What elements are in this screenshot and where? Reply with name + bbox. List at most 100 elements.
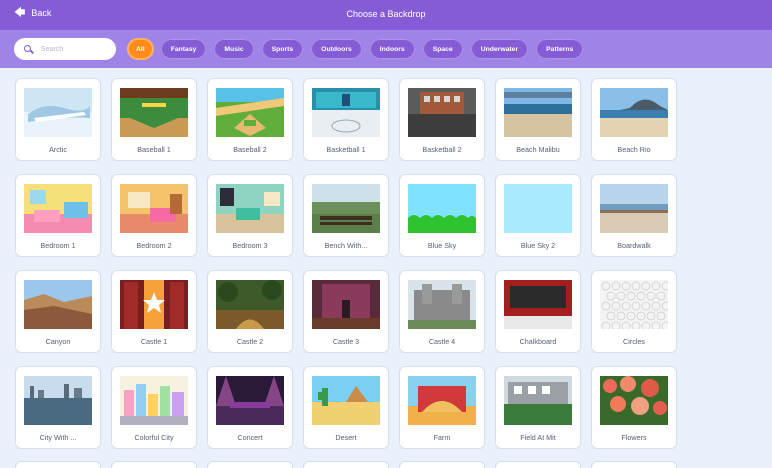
backdrop-label: Boardwalk (617, 241, 651, 250)
backdrop-thumbnail (408, 376, 476, 425)
filter-all[interactable]: All (127, 38, 154, 60)
backdrop-tile[interactable]: Castle 1 (111, 270, 197, 353)
backdrop-label: Castle 1 (140, 337, 168, 346)
backdrop-label: Farm (433, 433, 451, 442)
backdrop-label: Canyon (45, 337, 71, 346)
header-bar: 🡄 Back Choose a Backdrop (0, 0, 772, 30)
backdrop-thumbnail (24, 376, 92, 425)
backdrop-tile[interactable]: Baseball 1 (111, 78, 197, 161)
filter-fantasy[interactable]: Fantasy (159, 38, 208, 60)
page-title: Choose a Backdrop (346, 9, 426, 19)
backdrop-thumbnail (120, 376, 188, 425)
filter-sports[interactable]: Sports (260, 38, 305, 60)
backdrop-label: Bedroom 1 (40, 241, 76, 250)
backdrop-tile[interactable]: Canyon (15, 270, 101, 353)
backdrop-label: City With ... (39, 433, 77, 442)
search-icon (24, 44, 34, 54)
backdrop-tile[interactable]: Arctic (15, 78, 101, 161)
backdrop-thumbnail (216, 280, 284, 329)
backdrop-tile[interactable]: Chalkboard (495, 270, 581, 353)
backdrop-tile[interactable]: Bedroom 2 (111, 174, 197, 257)
backdrop-thumbnail (120, 88, 188, 137)
backdrop-tile-partial[interactable] (207, 461, 293, 468)
backdrop-tile-partial[interactable] (15, 461, 101, 468)
search-box[interactable] (14, 38, 116, 60)
backdrop-tile-partial[interactable] (591, 461, 677, 468)
backdrop-label: Castle 3 (332, 337, 360, 346)
backdrop-tile-partial[interactable] (303, 461, 389, 468)
backdrop-label: Arctic (49, 145, 67, 154)
backdrop-tile[interactable]: Castle 3 (303, 270, 389, 353)
backdrop-tile[interactable]: Flowers (591, 366, 677, 449)
filter-underwater[interactable]: Underwater (469, 38, 530, 60)
backdrop-tile[interactable]: Boardwalk (591, 174, 677, 257)
backdrop-tile-partial[interactable] (495, 461, 581, 468)
backdrop-thumbnail (504, 184, 572, 233)
backdrop-tile-partial[interactable] (111, 461, 197, 468)
backdrop-thumbnail (216, 88, 284, 137)
backdrop-tile[interactable]: Bench With... (303, 174, 389, 257)
backdrop-tile[interactable]: Castle 2 (207, 270, 293, 353)
backdrop-label: Bench With... (324, 241, 368, 250)
backdrop-tile[interactable]: Beach Rio (591, 78, 677, 161)
filter-music[interactable]: Music (213, 38, 255, 60)
next-row-partial (15, 461, 687, 468)
backdrop-tile[interactable]: Beach Malibu (495, 78, 581, 161)
search-input[interactable] (41, 45, 105, 53)
backdrop-tile[interactable]: Field At Mit (495, 366, 581, 449)
category-filters: All Fantasy Music Sports Outdoors Indoors Spac… (127, 38, 585, 60)
backdrop-thumbnail (24, 280, 92, 329)
backdrop-tile[interactable]: Blue Sky (399, 174, 485, 257)
backdrop-thumbnail (600, 376, 668, 425)
backdrop-thumbnail (600, 184, 668, 233)
backdrop-label: Castle 4 (428, 337, 456, 346)
backdrop-thumbnail (408, 280, 476, 329)
backdrop-label: Blue Sky 2 (520, 241, 556, 250)
backdrop-thumbnail (600, 88, 668, 137)
backdrop-thumbnail (408, 184, 476, 233)
backdrop-tile[interactable]: Castle 4 (399, 270, 485, 353)
backdrop-label: Basketball 1 (326, 145, 366, 154)
backdrop-tile[interactable]: Bedroom 3 (207, 174, 293, 257)
backdrop-label: Blue Sky (427, 241, 457, 250)
backdrop-label: Flowers (621, 433, 647, 442)
backdrop-label: Concert (237, 433, 263, 442)
backdrop-label: Bedroom 3 (232, 241, 268, 250)
backdrop-label: Baseball 1 (137, 145, 171, 154)
backdrop-tile[interactable]: Farm (399, 366, 485, 449)
backdrop-thumbnail (120, 184, 188, 233)
backdrop-label: Desert (335, 433, 357, 442)
backdrop-tile[interactable]: Basketball 1 (303, 78, 389, 161)
backdrop-grid: Arctic Baseball 1 Baseball 2 Basketball 1 Ba… (15, 78, 687, 449)
backdrop-tile[interactable]: Baseball 2 (207, 78, 293, 161)
backdrop-thumbnail (312, 184, 380, 233)
backdrop-tile[interactable]: Basketball 2 (399, 78, 485, 161)
backdrop-label: Field At Mit (520, 433, 556, 442)
filter-patterns[interactable]: Patterns (535, 38, 585, 60)
backdrop-label: Colorful City (134, 433, 174, 442)
backdrop-thumbnail (312, 376, 380, 425)
backdrop-tile[interactable]: Bedroom 1 (15, 174, 101, 257)
backdrop-thumbnail (408, 88, 476, 137)
backdrop-thumbnail (504, 280, 572, 329)
backdrop-tile-partial[interactable] (399, 461, 485, 468)
backdrop-thumbnail (120, 280, 188, 329)
filter-space[interactable]: Space (421, 38, 464, 60)
filter-indoors[interactable]: Indoors (368, 38, 416, 60)
backdrop-tile[interactable]: Colorful City (111, 366, 197, 449)
backdrop-thumbnail (216, 184, 284, 233)
backdrop-label: Baseball 2 (233, 145, 267, 154)
backdrop-tile[interactable]: City With ... (15, 366, 101, 449)
backdrop-thumbnail (312, 280, 380, 329)
filter-outdoors[interactable]: Outdoors (310, 38, 363, 60)
backdrop-thumbnail (24, 184, 92, 233)
backdrop-thumbnail (24, 88, 92, 137)
backdrop-tile[interactable]: Desert (303, 366, 389, 449)
backdrop-thumbnail (312, 88, 380, 137)
backdrop-label: Bedroom 2 (136, 241, 172, 250)
backdrop-label: Beach Rio (617, 145, 651, 154)
backdrop-thumbnail (216, 376, 284, 425)
backdrop-tile[interactable]: Blue Sky 2 (495, 174, 581, 257)
backdrop-tile[interactable]: Circles (591, 270, 677, 353)
backdrop-tile[interactable]: Concert (207, 366, 293, 449)
